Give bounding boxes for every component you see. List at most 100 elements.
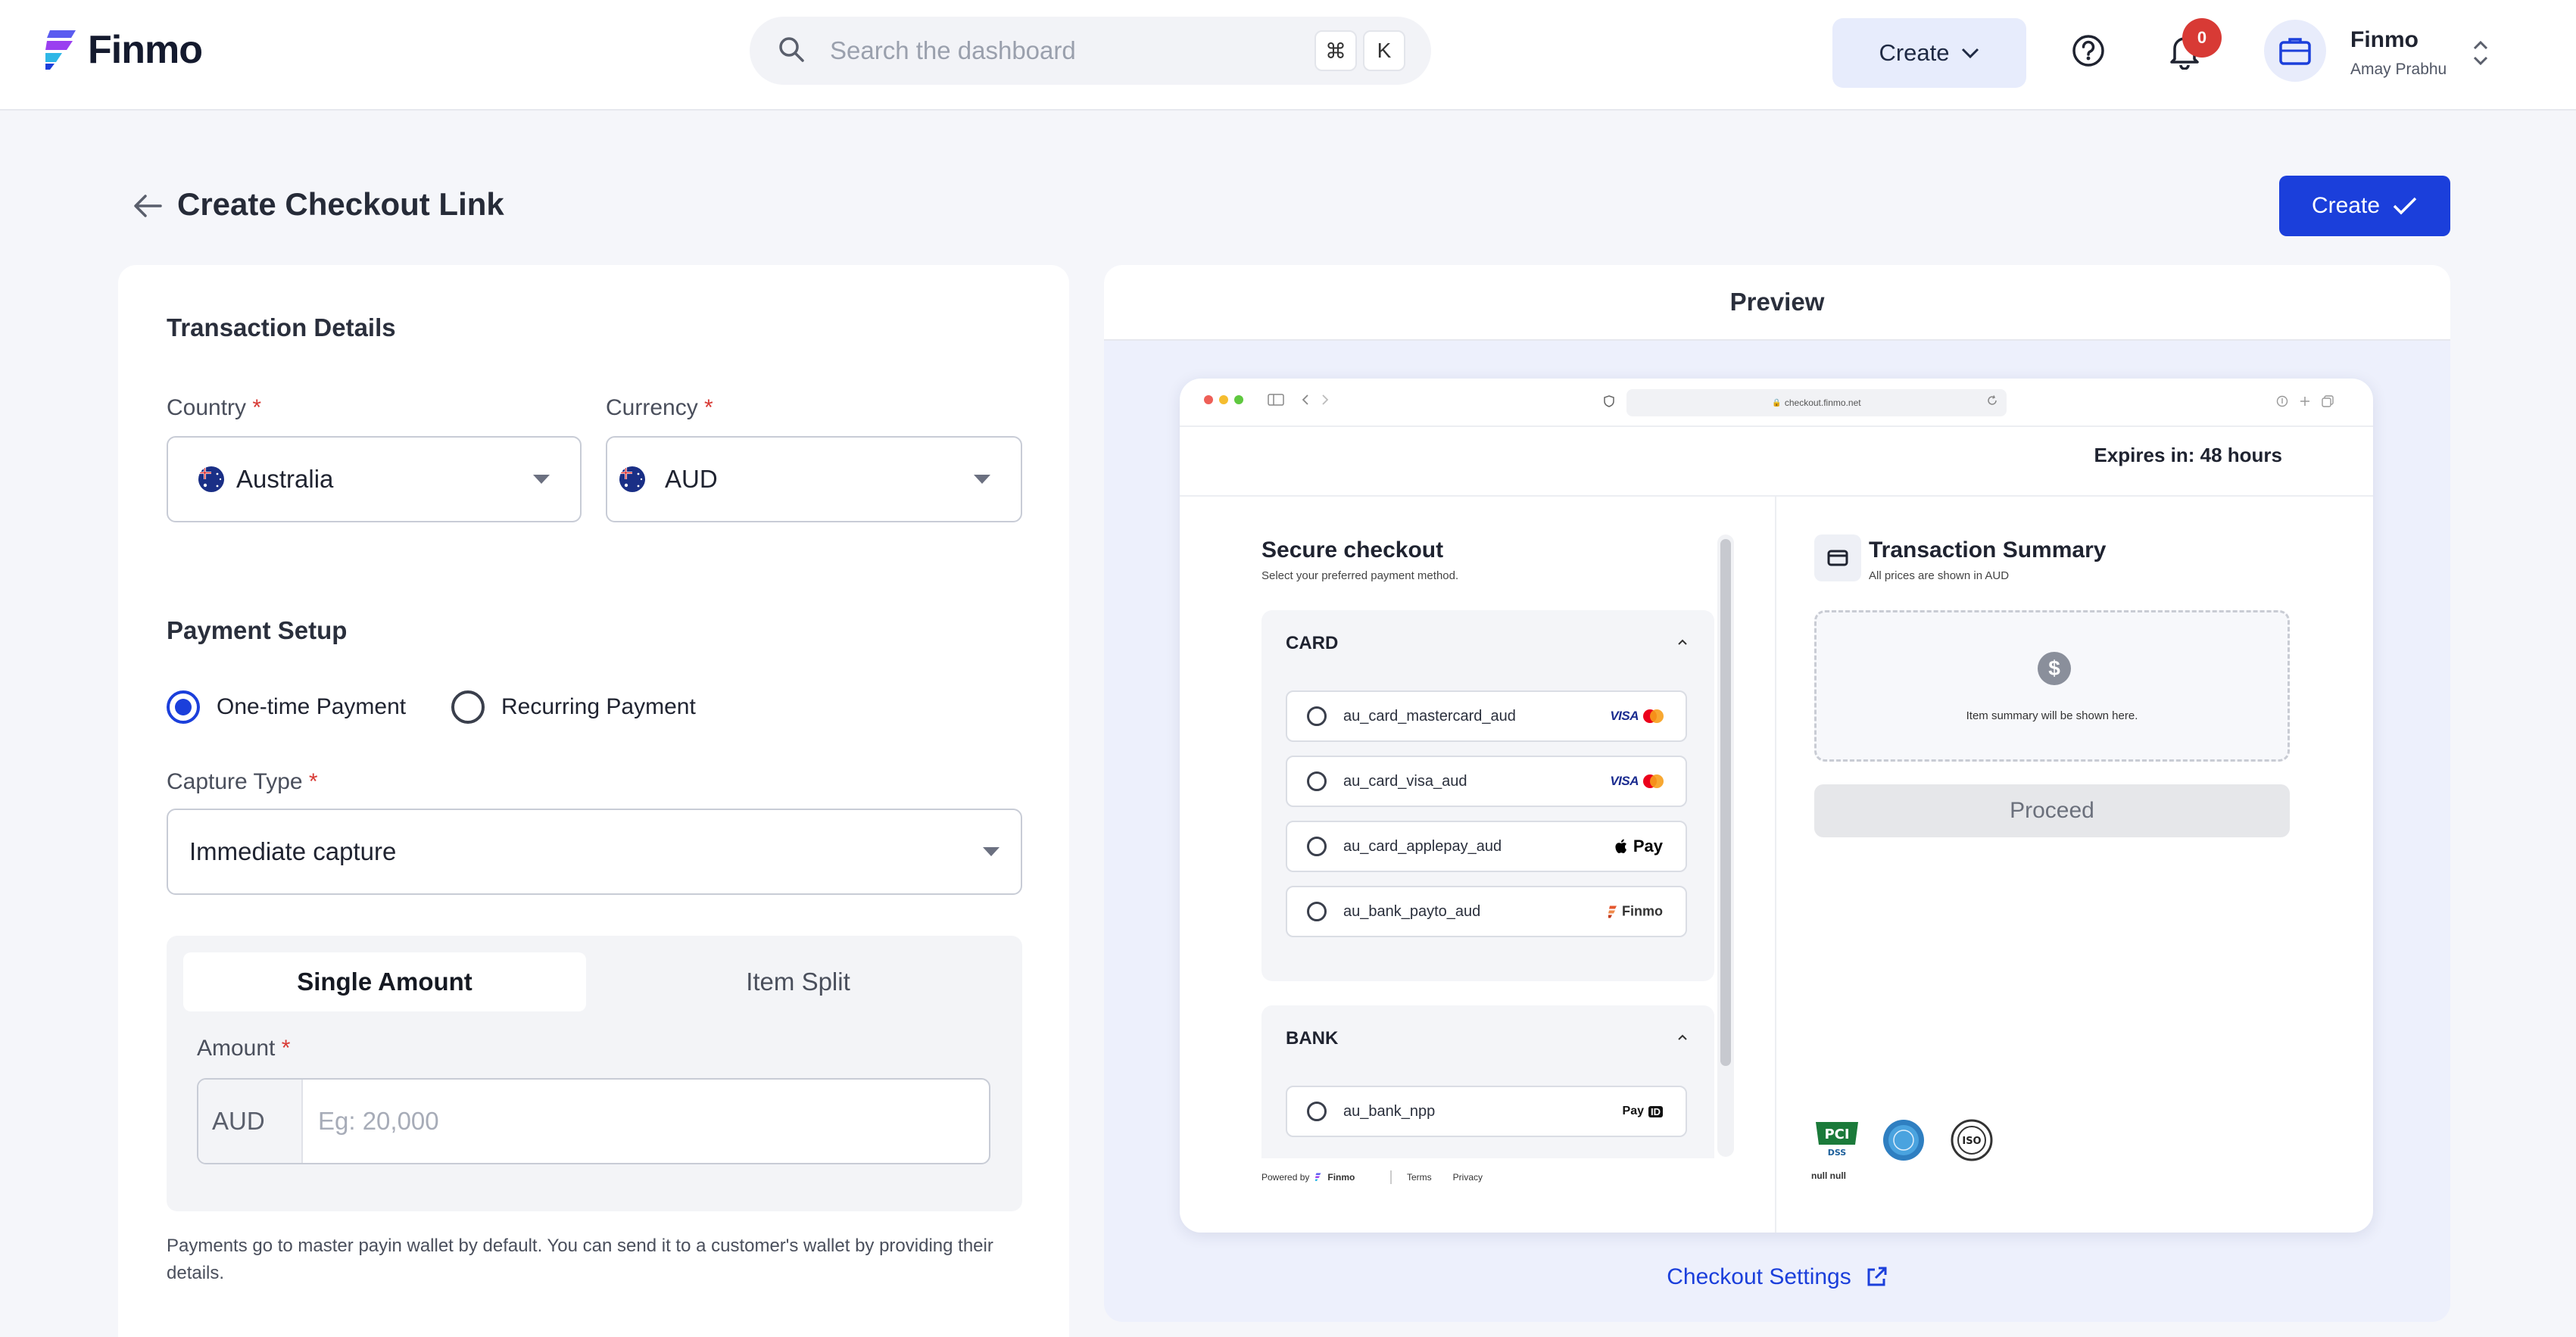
country-select[interactable]: Australia [167,436,582,522]
window-minimize-dot [1219,395,1228,404]
finmo-logo-icon: Finmo [1608,904,1663,920]
divider [1390,1170,1392,1184]
avatar[interactable] [2264,20,2326,82]
iso-27001-badge-icon: ISO [1951,1119,1993,1161]
tabs-overview-icon [2322,395,2334,407]
capture-type-value: Immediate capture [189,837,397,865]
required-marker: * [281,1036,291,1061]
privacy-link[interactable]: Privacy [1453,1172,1483,1183]
svg-text:DSS: DSS [1828,1148,1847,1158]
notification-count-badge: 0 [2182,18,2222,58]
caret-down-icon [533,475,550,484]
payment-group-title: BANK [1286,1028,1339,1049]
dashboard-search[interactable]: Search the dashboard ⌘ K [750,17,1431,85]
checkout-settings-label: Checkout Settings [1667,1264,1851,1289]
proceed-button[interactable]: Proceed [1814,784,2290,837]
footer-links: Terms Privacy [1407,1172,1483,1183]
radio-indicator[interactable] [1307,771,1327,791]
transaction-summary-subtitle: All prices are shown in AUD [1869,569,2010,582]
finmo-logo[interactable]: Finmo [44,26,203,74]
shield-icon [1604,395,1614,407]
pci-dss-badge-icon: PCI DSS [1816,1122,1858,1158]
required-marker: * [308,769,318,794]
payment-method-label: au_bank_npp [1343,1102,1436,1120]
payment-method-applepay[interactable]: au_card_applepay_aud Pay [1286,821,1687,872]
finmo-logo-icon [45,30,76,70]
radio-recurring-label: Recurring Payment [501,694,696,719]
divider [1180,495,2373,497]
capture-type-label: Capture Type * [167,769,318,794]
country-value: Australia [236,465,334,493]
create-submit-button[interactable]: Create [2279,176,2450,236]
payment-method-mastercard[interactable]: au_card_mastercard_aud VISA [1286,690,1687,742]
top-bar: Finmo Search the dashboard ⌘ K Create 0 … [0,0,2576,111]
chevron-left-icon [1302,394,1308,405]
window-close-dot [1204,395,1213,404]
radio-recurring-payment[interactable]: Recurring Payment [451,690,696,724]
caret-down-icon [974,475,990,484]
briefcase-icon [2279,38,2311,65]
radio-one-time-payment[interactable]: One-time Payment [167,690,406,724]
amount-input-group[interactable]: AUD Eg: 20,000 [197,1078,990,1164]
brand-name: Finmo [88,28,203,72]
search-input[interactable]: Search the dashboard [830,36,1076,65]
visa-mastercard-logo-icon: VISA [1610,709,1664,724]
payment-method-payto[interactable]: au_bank_payto_aud Finmo [1286,886,1687,937]
preview-panel: Preview 🔒 checkout.finmo.net Expires in:… [1104,265,2450,1322]
country-label: Country * [167,395,262,420]
tab-item-split[interactable]: Item Split [591,952,1006,1011]
section-title-transaction: Transaction Details [167,313,396,341]
currency-select[interactable]: AUD [606,436,1022,522]
chevron-up-icon[interactable] [1676,1033,1689,1042]
kbd-cmd-key: ⌘ [1315,30,1357,71]
amount-input[interactable]: Eg: 20,000 [303,1080,439,1163]
radio-indicator[interactable] [1307,902,1327,921]
payment-method-label: au_card_visa_aud [1343,772,1467,790]
capture-type-select[interactable]: Immediate capture [167,809,1022,895]
create-dropdown-button[interactable]: Create [1832,18,2026,88]
checkout-settings-link[interactable]: Checkout Settings [1104,1264,2450,1290]
item-summary-placeholder: $ Item summary will be shown here. [1814,610,2290,762]
url-bar: 🔒 checkout.finmo.net [1626,389,2007,416]
plus-icon [2300,397,2309,406]
back-arrow-icon[interactable] [132,192,164,220]
download-icon [2276,395,2288,407]
amount-currency-prefix: AUD [198,1080,303,1163]
amount-section: Single Amount Item Split Amount * AUD Eg… [167,936,1022,1211]
payment-group-card: CARD au_card_mastercard_aud VISA au_card… [1261,610,1714,981]
secure-checkout-subtitle: Select your preferred payment method. [1261,569,1459,582]
user-subtitle: Amay Prabhu [2350,61,2447,78]
help-icon[interactable] [2071,33,2106,68]
radio-selected-indicator[interactable] [167,690,200,724]
radio-unselected-indicator[interactable] [451,690,485,724]
payment-method-label: au_card_applepay_aud [1343,837,1502,855]
chevron-down-icon [1961,48,1979,59]
card-icon [1814,534,1861,581]
payment-method-visa[interactable]: au_card_visa_aud VISA [1286,756,1687,807]
australia-flag-icon [198,466,224,492]
tab-single-amount[interactable]: Single Amount [183,952,586,1011]
terms-link[interactable]: Terms [1407,1172,1432,1183]
browser-mockup: 🔒 checkout.finmo.net Expires in: 48 hour… [1180,379,2373,1233]
item-summary-message: Item summary will be shown here. [1966,709,2138,722]
visa-mastercard-logo-icon: VISA [1610,774,1664,789]
chevron-up-down-icon[interactable] [2472,38,2490,68]
form-panel: Transaction Details Country * Australia … [118,265,1069,1337]
payment-method-label: au_card_mastercard_aud [1343,707,1516,725]
section-title-payment: Payment Setup [167,616,348,644]
external-link-icon [1867,1267,1887,1286]
create-dropdown-label: Create [1879,39,1950,66]
payment-method-npp[interactable]: au_bank_npp Pay ID [1286,1086,1687,1137]
radio-indicator[interactable] [1307,706,1327,726]
expires-text: Expires in: 48 hours [2094,444,2282,466]
certification-label: null null [1811,1170,1846,1181]
required-marker: * [704,395,713,420]
radio-indicator[interactable] [1307,837,1327,856]
chevron-up-icon[interactable] [1676,637,1689,647]
scrollbar-thumb[interactable] [1720,539,1731,1066]
user-name[interactable]: Finmo [2350,27,2419,53]
required-marker: * [252,395,262,420]
svg-text:ISO: ISO [1962,1136,1981,1147]
radio-indicator[interactable] [1307,1102,1327,1121]
kbd-k-key: K [1363,30,1405,71]
